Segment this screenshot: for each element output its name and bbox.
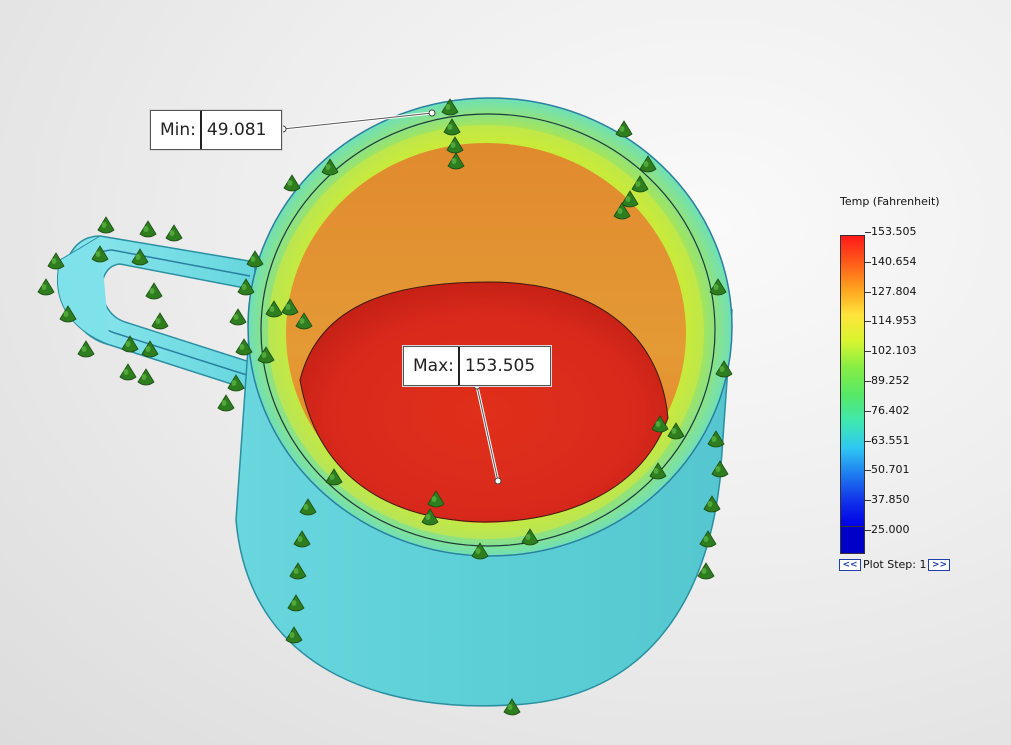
green-cone-arrow-icon — [229, 308, 247, 326]
min-probe-value: 49.081 — [206, 120, 267, 140]
legend-tick-label: 25.000 — [871, 523, 910, 536]
legend-title: Temp (Fahrenheit) — [840, 195, 940, 208]
green-cone-arrow-icon — [165, 224, 183, 242]
legend-tick-label: 50.701 — [871, 463, 910, 477]
plot-step-control: << Plot Step: 1 >> — [839, 558, 951, 571]
legend-tick-label: 76.402 — [871, 403, 910, 417]
legend-tick-label: 127.804 — [871, 284, 917, 298]
legend-tick-label: 89.252 — [871, 374, 910, 387]
legend-tick-label: 140.654 — [871, 254, 917, 268]
mug-handle — [56, 235, 256, 392]
min-probe-callout[interactable]: Min: 49.081 — [150, 110, 282, 150]
min-probe-label: Min: — [151, 111, 202, 149]
legend-tick-label: 102.103 — [871, 344, 917, 358]
max-probe-callout[interactable]: Max: 153.505 — [403, 346, 551, 386]
green-cone-arrow-icon — [283, 174, 301, 192]
legend-color-bar — [840, 235, 865, 527]
legend-tick-label: 153.505 — [871, 225, 917, 238]
green-cone-arrow-icon — [151, 312, 169, 330]
legend-tick-label: 63.551 — [871, 433, 910, 447]
green-cone-arrow-icon — [139, 220, 157, 238]
green-cone-arrow-icon — [217, 394, 235, 412]
green-cone-arrow-icon — [119, 363, 137, 381]
green-cone-arrow-icon — [145, 282, 163, 300]
max-probe-label: Max: — [404, 347, 460, 385]
max-probe-value: 153.505 — [464, 356, 536, 376]
green-cone-arrow-icon — [97, 216, 115, 234]
plot-step-label: Plot Step: 1 — [863, 558, 927, 571]
plot-step-prev-button[interactable]: << — [839, 558, 861, 571]
legend-tick-label: 114.953 — [871, 314, 917, 328]
green-cone-arrow-icon — [137, 368, 155, 386]
temperature-legend[interactable]: Temp (Fahrenheit) 153.505 140.654 127.804 1… — [834, 192, 994, 582]
green-cone-arrow-icon — [77, 340, 95, 358]
plot-step-next-button[interactable]: >> — [928, 558, 951, 571]
legend-bottom-swatch — [840, 526, 865, 554]
green-cone-arrow-icon — [615, 120, 633, 138]
legend-tick-label: 37.850 — [871, 493, 910, 507]
green-cone-arrow-icon — [37, 278, 55, 296]
